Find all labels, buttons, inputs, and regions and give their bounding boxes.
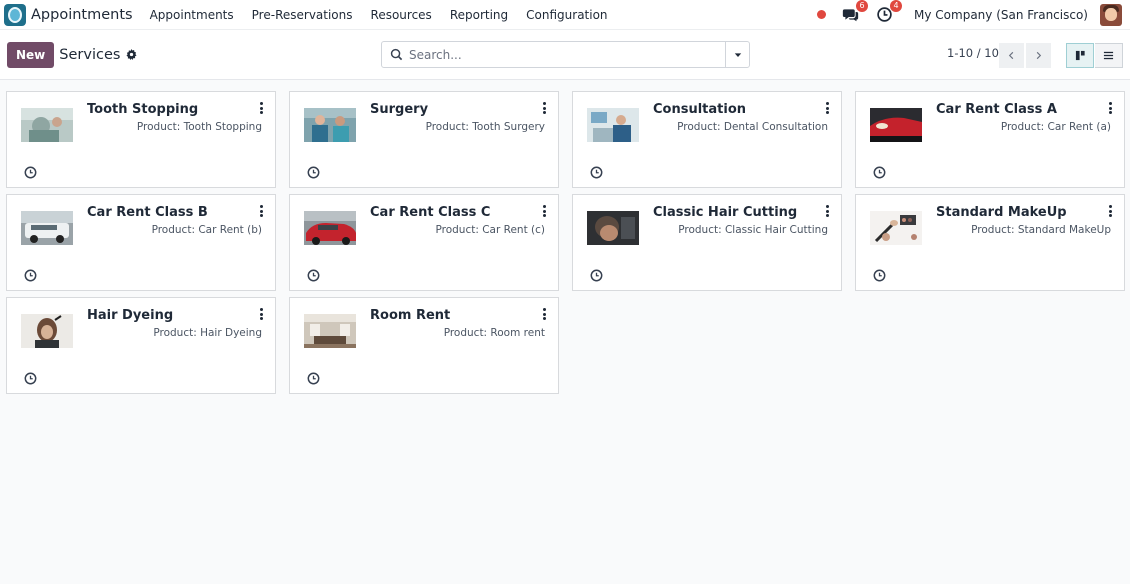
service-image-makeup-brushes — [870, 211, 922, 245]
menu-resources[interactable]: Resources — [371, 8, 432, 22]
search-input[interactable] — [409, 47, 725, 62]
card-product: Product: Car Rent (b) — [151, 224, 262, 236]
kanban-card[interactable]: Room Rent Product: Room rent — [289, 297, 559, 394]
kanban-view-button[interactable] — [1066, 43, 1094, 68]
card-title: Hair Dyeing — [87, 308, 174, 323]
pager-previous-button[interactable] — [999, 43, 1024, 68]
card-title: Car Rent Class C — [370, 205, 491, 220]
card-title: Consultation — [653, 102, 747, 117]
service-image-red-sedan — [304, 211, 356, 245]
card-title: Car Rent Class A — [936, 102, 1057, 117]
top-navbar: Appointments Appointments Pre-Reservatio… — [0, 0, 1130, 30]
card-title: Surgery — [370, 102, 429, 117]
card-menu-icon[interactable] — [258, 307, 264, 321]
card-title: Car Rent Class B — [87, 205, 208, 220]
kanban-card[interactable]: Standard MakeUp Product: Standard MakeUp — [855, 194, 1125, 291]
card-menu-icon[interactable] — [1107, 101, 1113, 115]
kanban-card[interactable]: Tooth Stopping Product: Tooth Stopping — [6, 91, 276, 188]
menu-appointments[interactable]: Appointments — [150, 8, 234, 22]
card-product: Product: Tooth Stopping — [136, 121, 262, 133]
activity-clock-icon[interactable] — [590, 166, 603, 179]
user-avatar[interactable] — [1100, 3, 1122, 26]
kanban-card[interactable]: Car Rent Class A Product: Car Rent (a) — [855, 91, 1125, 188]
search-icon — [390, 48, 403, 61]
card-menu-icon[interactable] — [1107, 204, 1113, 218]
service-image-white-suv — [21, 211, 73, 245]
menu-configuration[interactable]: Configuration — [526, 8, 607, 22]
caret-down-icon — [734, 52, 741, 57]
card-title: Standard MakeUp — [936, 205, 1067, 220]
card-product: Product: Car Rent (c) — [435, 224, 545, 236]
search-options-toggle[interactable] — [725, 42, 749, 67]
card-menu-icon[interactable] — [258, 204, 264, 218]
card-product: Product: Room rent — [443, 327, 545, 339]
chevron-right-icon — [1036, 51, 1042, 60]
recording-indicator-icon[interactable] — [817, 10, 827, 19]
appointments-app-icon[interactable] — [4, 3, 26, 26]
card-menu-icon[interactable] — [541, 307, 547, 321]
list-icon — [1103, 51, 1114, 60]
activity-clock-icon[interactable] — [307, 372, 320, 385]
card-product: Product: Car Rent (a) — [1000, 121, 1111, 133]
service-image-hair-dyeing — [21, 314, 73, 348]
breadcrumb: Services — [59, 46, 121, 63]
card-product: Product: Dental Consultation — [677, 121, 828, 133]
app-name[interactable]: Appointments — [31, 7, 133, 23]
company-switcher[interactable]: My Company (San Francisco) — [914, 8, 1088, 22]
activity-clock-icon[interactable] — [873, 166, 886, 179]
activity-clock-icon[interactable] — [307, 166, 320, 179]
search-bar[interactable] — [381, 41, 750, 68]
card-product: Product: Standard MakeUp — [971, 224, 1111, 236]
kanban-card[interactable]: Classic Hair Cutting Product: Classic Ha… — [572, 194, 842, 291]
list-view-button[interactable] — [1095, 43, 1123, 68]
card-menu-icon[interactable] — [541, 101, 547, 115]
service-image-dental-consultation — [587, 108, 639, 142]
card-product: Product: Classic Hair Cutting — [678, 224, 828, 236]
card-title: Classic Hair Cutting — [653, 205, 798, 220]
messages-button[interactable]: 6 — [840, 0, 869, 25]
service-image-red-car — [870, 108, 922, 142]
messages-badge: 6 — [856, 0, 869, 12]
card-title: Room Rent — [370, 308, 451, 323]
menu-pre-reservations[interactable]: Pre-Reservations — [252, 8, 353, 22]
kanban-card[interactable]: Car Rent Class C Product: Car Rent (c) — [289, 194, 559, 291]
card-menu-icon[interactable] — [824, 101, 830, 115]
pager-value[interactable]: 1-10 / 10 — [947, 46, 999, 60]
activities-button[interactable]: 4 — [874, 0, 903, 25]
service-image-room-interior — [304, 314, 356, 348]
service-image-dental-surgery — [304, 108, 356, 142]
card-menu-icon[interactable] — [541, 204, 547, 218]
chevron-left-icon — [1008, 51, 1014, 60]
kanban-card[interactable]: Hair Dyeing Product: Hair Dyeing — [6, 297, 276, 394]
gear-icon[interactable] — [126, 49, 138, 61]
activity-clock-icon[interactable] — [24, 372, 37, 385]
card-menu-icon[interactable] — [824, 204, 830, 218]
activity-clock-icon[interactable] — [307, 269, 320, 282]
control-panel: New Services 1-10 / 10 — [0, 30, 1130, 80]
kanban-icon — [1075, 50, 1085, 61]
activity-clock-icon[interactable] — [873, 269, 886, 282]
card-menu-icon[interactable] — [258, 101, 264, 115]
kanban-card[interactable]: Car Rent Class B Product: Car Rent (b) — [6, 194, 276, 291]
activities-badge: 4 — [890, 0, 903, 12]
card-product: Product: Tooth Surgery — [425, 121, 545, 133]
new-button[interactable]: New — [7, 41, 55, 68]
activity-clock-icon[interactable] — [590, 269, 603, 282]
kanban-card[interactable]: Surgery Product: Tooth Surgery — [289, 91, 559, 188]
card-product: Product: Hair Dyeing — [153, 327, 262, 339]
kanban-card[interactable]: Consultation Product: Dental Consultatio… — [572, 91, 842, 188]
card-title: Tooth Stopping — [87, 102, 199, 117]
activity-clock-icon[interactable] — [24, 166, 37, 179]
menu-reporting[interactable]: Reporting — [450, 8, 508, 22]
activity-clock-icon[interactable] — [24, 269, 37, 282]
pager-next-button[interactable] — [1026, 43, 1051, 68]
service-image-dental-patient — [21, 108, 73, 142]
service-image-haircut — [587, 211, 639, 245]
